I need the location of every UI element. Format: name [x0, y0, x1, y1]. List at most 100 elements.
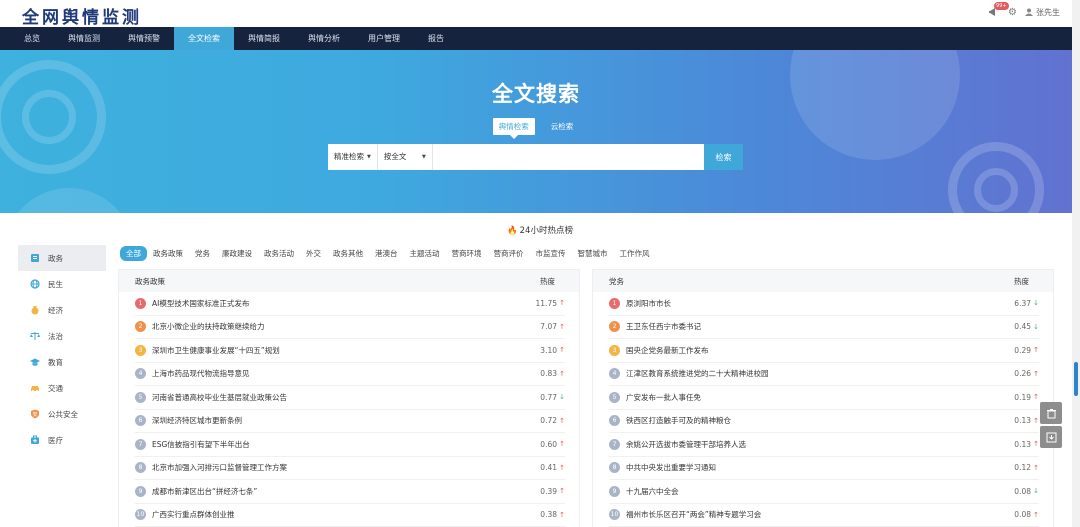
heat-value: 0.08 [1014, 510, 1031, 520]
item-title[interactable]: 江津区教育系统推进党的二十大精神进校园 [626, 368, 991, 379]
rank-badge: 10 [135, 509, 146, 521]
heat-value: 0.08 [1014, 486, 1031, 496]
decor-ring [4, 188, 134, 213]
user-menu[interactable]: 张先生 [1025, 7, 1060, 18]
user-icon [1025, 8, 1033, 16]
item-title[interactable]: ESG信披指引有望下半年出台 [152, 439, 517, 450]
list-item[interactable]: 8 中共中央发出重要学习通知 0.12 ↑ [609, 457, 1039, 480]
sidebar-item-livelihood[interactable]: 民生 [18, 271, 106, 297]
list-item[interactable]: 9 十九届六中全会 0.08 ↓ [609, 480, 1039, 504]
category-tab[interactable]: 工作作风 [614, 246, 656, 261]
list-item[interactable]: 10 广西实行重点群体创业推 0.38 ↑ [135, 504, 565, 527]
category-tab[interactable]: 廉政建设 [216, 246, 258, 261]
brand-logo: 全网舆情监测 [22, 8, 142, 28]
category-tab[interactable]: 市监宣传 [530, 246, 572, 261]
list-item[interactable]: 2 北京小微企业的扶持政策继续给力 7.07 ↑ [135, 316, 565, 339]
tab-public-opinion-search[interactable]: 舆情检索 [492, 118, 535, 139]
item-title[interactable]: 原浏阳市市长 [626, 298, 991, 309]
page-scrollbar[interactable] [1072, 0, 1080, 527]
category-tab[interactable]: 政务活动 [258, 246, 300, 261]
search-button[interactable]: 检索 [704, 144, 743, 170]
item-title[interactable]: 铁西区打造触手可及的精神粮仓 [626, 415, 991, 426]
rank-badge: 2 [135, 321, 146, 333]
nav-item-monitor[interactable]: 舆情监测 [54, 27, 114, 50]
list-item[interactable]: 1 原浏阳市市长 6.37 ↓ [609, 292, 1039, 316]
category-tab[interactable]: 全部 [120, 246, 147, 261]
sidebar-item-government[interactable]: 政务 [18, 245, 106, 271]
search-input[interactable] [432, 144, 704, 170]
list-item[interactable]: 10 福州市长乐区召开“两会”精神专题学习会 0.08 ↑ [609, 504, 1039, 527]
main-nav: 总览 舆情监测 舆情预警 全文检索 舆情简报 舆情分析 用户管理 报告 [0, 27, 1080, 50]
item-title[interactable]: 北京市加强入河排污口监督管理工作方案 [152, 462, 517, 473]
list-item[interactable]: 3 深圳市卫生健康事业发展“十四五”规划 3.10 ↑ [135, 339, 565, 363]
scope-select[interactable]: 按全文 ▼ [378, 144, 433, 170]
item-title[interactable]: 河南省普通高校毕业生基层就业政策公告 [152, 392, 517, 403]
sidebar-item-law[interactable]: 法治 [18, 323, 106, 349]
item-title[interactable]: 成都市新津区出台“拼经济七条” [152, 486, 517, 497]
list-item[interactable]: 4 江津区教育系统推进党的二十大精神进校园 0.26 ↑ [609, 363, 1039, 386]
category-tab[interactable]: 主题活动 [404, 246, 446, 261]
flame-icon: 🔥 [507, 226, 518, 236]
category-tab[interactable]: 营商环境 [446, 246, 488, 261]
list-item[interactable]: 6 铁西区打造触手可及的精神粮仓 0.13 ↑ [609, 410, 1039, 433]
sidebar-item-label: 交通 [48, 383, 63, 393]
category-tab[interactable]: 营商评价 [488, 246, 530, 261]
nav-item-fulltext-search[interactable]: 全文检索 [174, 27, 234, 50]
trash-button[interactable] [1040, 402, 1062, 424]
list-item[interactable]: 9 成都市新津区出台“拼经济七条” 0.39 ↑ [135, 480, 565, 504]
sidebar-item-economy[interactable]: 经济 [18, 297, 106, 323]
item-title[interactable]: AI模型技术国家标准正式发布 [152, 298, 517, 309]
rank-badge: 6 [135, 415, 146, 427]
sidebar-item-public-safety[interactable]: 安 公共安全 [18, 401, 106, 427]
nav-item-alert[interactable]: 舆情预警 [114, 27, 174, 50]
list-item[interactable]: 8 北京市加强入河排污口监督管理工作方案 0.41 ↑ [135, 457, 565, 480]
list-item[interactable]: 1 AI模型技术国家标准正式发布 11.75 ↑ [135, 292, 565, 316]
nav-item-report[interactable]: 报告 [414, 27, 458, 50]
item-title[interactable]: 深圳市卫生健康事业发展“十四五”规划 [152, 345, 517, 356]
top-header: 全网舆情监测 99+ ⚙ 张先生 [0, 0, 1080, 28]
gear-icon[interactable]: ⚙ [1008, 7, 1017, 18]
list-item[interactable]: 6 深圳经济特区城市更新条例 0.72 ↑ [135, 410, 565, 433]
nav-item-brief[interactable]: 舆情简报 [234, 27, 294, 50]
nav-item-overview[interactable]: 总览 [10, 27, 54, 50]
rank-badge: 1 [609, 297, 620, 309]
item-title[interactable]: 北京小微企业的扶持政策继续给力 [152, 321, 517, 332]
search-hero: 全文搜索 舆情检索 云检索 精准检索 ▼ 按全文 ▼ 检索 [0, 50, 1072, 213]
list-item[interactable]: 5 广安发布一批人事任免 0.19 ↑ [609, 386, 1039, 410]
category-tab[interactable]: 港澳台 [369, 246, 404, 261]
sidebar-item-medical[interactable]: 医疗 [18, 427, 106, 453]
tab-cloud-search[interactable]: 云检索 [545, 118, 580, 135]
list-item[interactable]: 3 国央企党务最新工作发布 0.29 ↑ [609, 339, 1039, 363]
item-title[interactable]: 十九届六中全会 [626, 486, 991, 497]
item-title[interactable]: 余姚公开选拔市委管理干部培养人选 [626, 439, 991, 450]
hot-list-title: 24小时热点榜 [519, 226, 573, 236]
category-tab[interactable]: 智慧城市 [572, 246, 614, 261]
item-title[interactable]: 中共中央发出重要学习通知 [626, 462, 991, 473]
item-title[interactable]: 国央企党务最新工作发布 [626, 345, 991, 356]
category-tab[interactable]: 政务其他 [327, 246, 369, 261]
nav-item-users[interactable]: 用户管理 [354, 27, 414, 50]
sidebar-item-education[interactable]: 教育 [18, 349, 106, 375]
item-title[interactable]: 上海市药品现代物流指导意见 [152, 368, 517, 379]
list-item[interactable]: 7 ESG信披指引有望下半年出台 0.60 ↑ [135, 433, 565, 457]
match-mode-select[interactable]: 精准检索 ▼ [328, 144, 378, 170]
scrollbar-thumb[interactable] [1074, 362, 1078, 396]
list-item[interactable]: 7 余姚公开选拔市委管理干部培养人选 0.13 ↑ [609, 433, 1039, 457]
item-title[interactable]: 福州市长乐区召开“两会”精神专题学习会 [626, 509, 991, 520]
category-tab[interactable]: 党务 [189, 246, 216, 261]
scales-icon [30, 331, 40, 341]
notification-icon[interactable]: 99+ [988, 2, 1009, 18]
sidebar-item-label: 公共安全 [48, 409, 78, 419]
nav-item-analysis[interactable]: 舆情分析 [294, 27, 354, 50]
item-title[interactable]: 王卫东任西宁市委书记 [626, 321, 991, 332]
item-title[interactable]: 广安发布一批人事任免 [626, 392, 991, 403]
item-title[interactable]: 广西实行重点群体创业推 [152, 509, 517, 520]
list-item[interactable]: 2 王卫东任西宁市委书记 0.45 ↓ [609, 316, 1039, 339]
category-tab[interactable]: 外交 [300, 246, 327, 261]
sidebar-item-traffic[interactable]: 交通 [18, 375, 106, 401]
category-tab[interactable]: 政务政策 [147, 246, 189, 261]
item-title[interactable]: 深圳经济特区城市更新条例 [152, 415, 517, 426]
list-item[interactable]: 5 河南省普通高校毕业生基层就业政策公告 0.77 ↓ [135, 386, 565, 410]
list-item[interactable]: 4 上海市药品现代物流指导意见 0.83 ↑ [135, 363, 565, 386]
download-button[interactable] [1040, 426, 1062, 448]
